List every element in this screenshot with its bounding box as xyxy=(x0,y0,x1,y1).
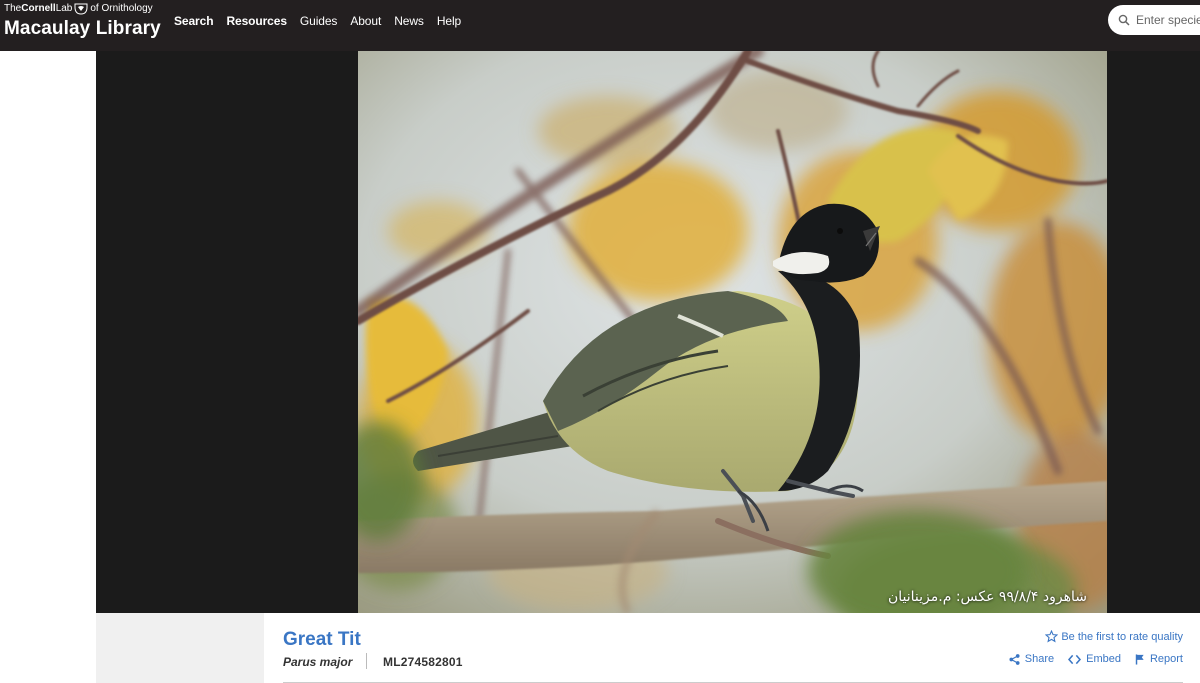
great-tit-photo-image xyxy=(358,51,1107,613)
photo-watermark: شاهرود ۹۹/۸/۴ عکس: م.مزینانیان xyxy=(887,589,1087,605)
share-icon xyxy=(1009,653,1020,665)
nav-help[interactable]: Help xyxy=(437,14,461,28)
nav-about[interactable]: About xyxy=(350,14,381,28)
macaulay-library-title: Macaulay Library xyxy=(4,18,161,39)
code-brackets-icon xyxy=(1068,654,1082,664)
embed-label: Embed xyxy=(1086,653,1121,665)
macaulay-library-logo[interactable]: The Cornell Lab of Ornithology Macaulay Lib… xyxy=(4,3,161,41)
divider xyxy=(366,653,367,669)
flag-icon xyxy=(1135,653,1144,665)
cornell-bird-icon xyxy=(74,3,88,15)
main-nav: Search Resources Guides About News Help xyxy=(174,14,474,28)
species-search-input[interactable] xyxy=(1136,13,1200,27)
search-icon xyxy=(1118,14,1130,26)
catalog-number: ML274582801 xyxy=(383,655,463,669)
logo-cornell: Cornell xyxy=(21,3,56,14)
bird-photo[interactable]: شاهرود ۹۹/۸/۴ عکس: م.مزینانیان xyxy=(358,51,1107,613)
species-common-name[interactable]: Great Tit xyxy=(283,629,361,651)
rate-quality-label: Be the first to rate quality xyxy=(1061,630,1183,643)
nav-guides[interactable]: Guides xyxy=(300,14,338,28)
top-navigation-bar: The Cornell Lab of Ornithology Macaulay Lib… xyxy=(0,0,1200,51)
cornell-lab-wordmark: The Cornell Lab of Ornithology xyxy=(4,3,161,15)
observation-card: Great Tit Parus major ML274582801 Be the… xyxy=(264,613,1200,683)
logo-of-ornithology: of Ornithology xyxy=(90,3,153,14)
report-button[interactable]: Report xyxy=(1135,653,1183,665)
embed-button[interactable]: Embed xyxy=(1068,653,1121,665)
media-info-panel: Great Tit Parus major ML274582801 Be the… xyxy=(96,613,1200,683)
nav-news[interactable]: News xyxy=(394,14,424,28)
star-outline-icon xyxy=(1045,630,1059,643)
report-label: Report xyxy=(1149,653,1183,665)
media-viewer: شاهرود ۹۹/۸/۴ عکس: م.مزینانیان xyxy=(96,51,1200,613)
share-button[interactable]: Share xyxy=(1009,653,1054,665)
rate-quality-link[interactable]: Be the first to rate quality xyxy=(1045,630,1183,643)
nav-search[interactable]: Search xyxy=(174,14,214,28)
species-search-box[interactable] xyxy=(1108,5,1200,35)
logo-lab: Lab xyxy=(55,3,73,14)
share-label: Share xyxy=(1024,653,1055,665)
nav-resources[interactable]: Resources xyxy=(226,14,287,28)
media-actions: Share Embed Report xyxy=(995,653,1183,665)
species-scientific-name: Parus major xyxy=(283,655,353,669)
logo-the: The xyxy=(4,3,22,14)
